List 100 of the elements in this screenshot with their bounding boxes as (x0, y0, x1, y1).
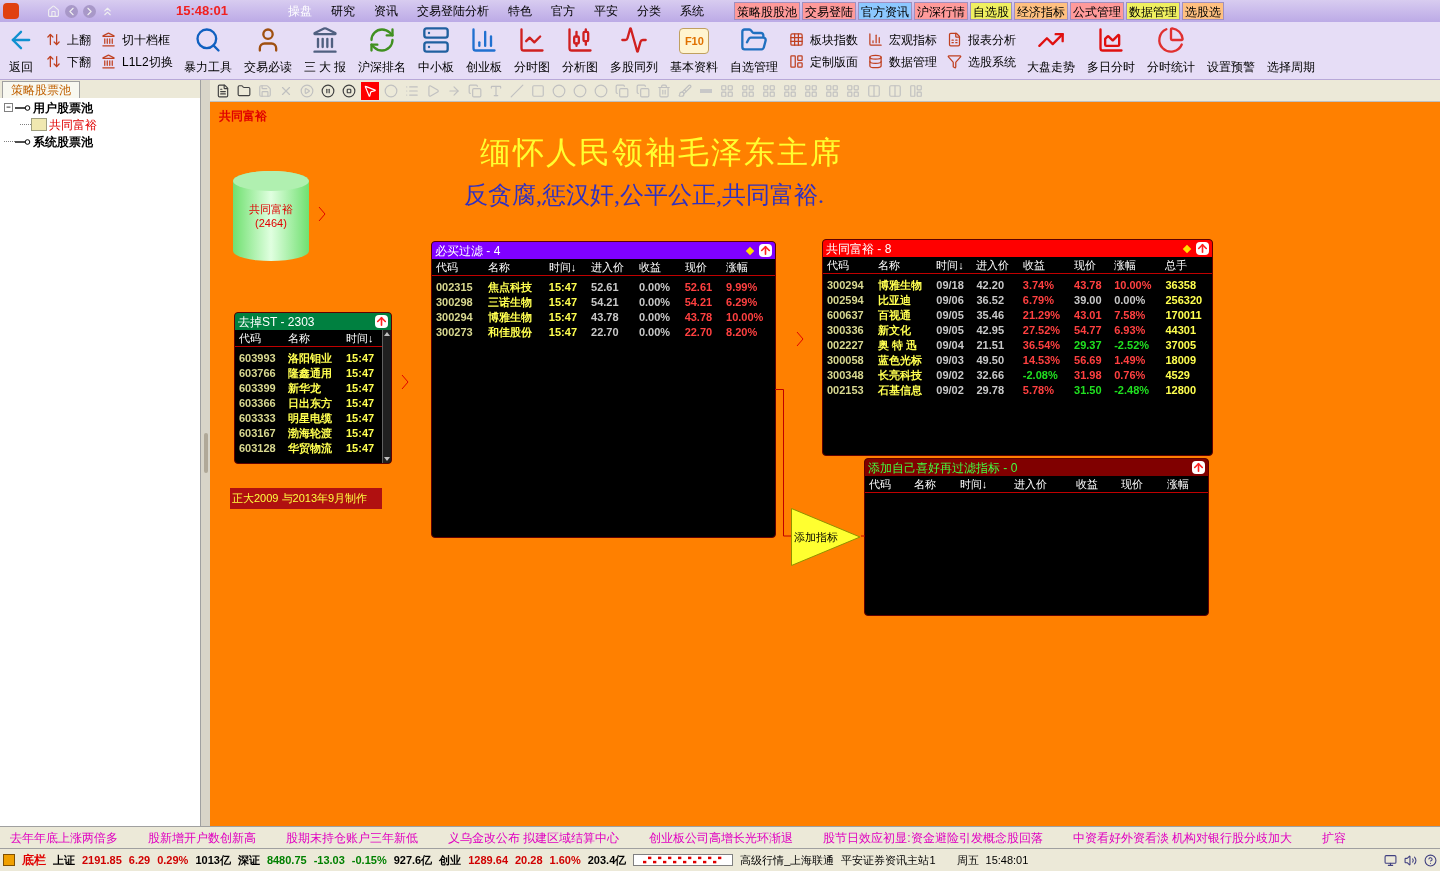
forward-icon[interactable] (83, 4, 96, 18)
help-icon[interactable] (1424, 853, 1437, 867)
sidebar-tab[interactable]: 策略股票池 (2, 81, 80, 98)
column-header[interactable]: 名称 (910, 476, 956, 493)
collapse-icon[interactable] (1192, 461, 1205, 474)
column-header[interactable]: 名称 (484, 259, 545, 276)
monitor-icon[interactable] (1384, 853, 1397, 867)
menu-item[interactable]: 分类 (635, 2, 664, 20)
collapse-icon[interactable] (375, 315, 388, 328)
quick-tab[interactable]: 数据管理 (1126, 2, 1181, 20)
toolbar-button[interactable]: 返回 (4, 22, 38, 79)
column-header[interactable]: 代码 (823, 257, 874, 274)
column-header[interactable]: 进入价 (972, 257, 1019, 274)
tree-item[interactable]: 系统股票池 (33, 132, 93, 151)
toolbar-button[interactable]: 切十档框 (101, 30, 173, 49)
quick-tab[interactable]: 选股选 (1182, 2, 1225, 20)
column-header[interactable]: 现价 (680, 259, 723, 276)
toolbar-button[interactable]: 中小板 (415, 22, 458, 79)
quick-tab[interactable]: 经济指标 (1014, 2, 1069, 20)
toolbar-button[interactable]: 宏观指标 (868, 30, 938, 49)
news-ticker-item[interactable]: 中资看好外资看淡 机构对银行股分歧加大 (1072, 828, 1293, 847)
menu-item[interactable]: 官方 (549, 2, 578, 20)
toolbar-button[interactable]: 上翻 (46, 30, 91, 49)
toolbar-button[interactable]: 选股系统 (947, 52, 1017, 71)
back-icon[interactable] (65, 4, 78, 18)
toolbar-button[interactable]: 报表分析 (947, 30, 1017, 49)
toolbar-button[interactable]: 创业板 (463, 22, 506, 79)
column-header[interactable]: 涨幅 (1110, 257, 1162, 274)
menu-item[interactable]: 系统 (678, 2, 707, 20)
quick-tab[interactable]: 自选股 (970, 2, 1013, 20)
quick-tab[interactable]: 策略股股池 (734, 2, 801, 20)
copy-icon (468, 83, 482, 98)
column-header[interactable]: 收益 (634, 259, 681, 276)
tree-item[interactable]: 共同富裕 (49, 115, 97, 134)
news-ticker-item[interactable]: 去年年底上涨两倍多 (10, 828, 118, 847)
quick-tab[interactable]: 交易登陆 (802, 2, 857, 20)
column-header[interactable]: 代码 (432, 259, 485, 276)
table-cell-text: 和佳股份 (487, 324, 534, 340)
column-header[interactable]: 代码 (235, 330, 285, 347)
column-header[interactable]: 进入价 (587, 259, 635, 276)
connector-line (861, 535, 865, 537)
toolbar-button[interactable]: F10 基本资料 (667, 22, 722, 79)
toolbar-button[interactable]: 设置预警 (1204, 22, 1259, 79)
toolbar-button[interactable]: 交易必读 (240, 22, 295, 79)
column-header[interactable]: 现价 (1070, 257, 1111, 274)
menu-item[interactable]: 资讯 (372, 2, 401, 20)
stock-pool-node[interactable]: 共同富裕 (2464) (233, 171, 309, 261)
column-header[interactable]: 现价 (1117, 476, 1163, 493)
tool-button[interactable] (361, 81, 379, 100)
toolbar-button[interactable]: 板块指数 (789, 30, 859, 49)
table-cell-text: 15:47 (345, 440, 376, 456)
toolbar-button[interactable]: 多股同列 (607, 22, 662, 79)
toolbar-button[interactable]: 定制版面 (789, 52, 859, 71)
toolbar-button[interactable]: 分时图 (511, 22, 554, 79)
column-header[interactable]: 收益 (1071, 476, 1118, 493)
column-header[interactable]: 进入价 (1009, 476, 1072, 493)
toolbar-button[interactable]: 分析图 (559, 22, 602, 79)
speaker-icon[interactable] (1404, 853, 1417, 867)
menu-item[interactable]: 交易登陆分析 (415, 2, 492, 20)
column-header[interactable]: 时间↓ (932, 257, 973, 274)
column-header[interactable]: 时间↓ (342, 330, 382, 347)
toolbar-button[interactable]: 自选管理 (727, 22, 782, 79)
column-header[interactable]: 总手 (1161, 257, 1212, 274)
quick-tab[interactable]: 公式管理 (1070, 2, 1125, 20)
column-header[interactable]: 涨幅 (722, 259, 775, 276)
toolbar-button[interactable]: 暴力工具 (180, 22, 235, 79)
column-header[interactable]: 时间↓ (544, 259, 588, 276)
news-ticker-item[interactable]: 创业板公司高增长光环渐退 (649, 828, 794, 847)
column-header[interactable]: 名称 (284, 330, 342, 347)
column-header[interactable]: 收益 (1018, 257, 1071, 274)
collapse-icon[interactable] (1196, 242, 1209, 255)
news-ticker-item[interactable]: 股新增开户数创新高 (148, 828, 256, 847)
column-header[interactable]: 时间↓ (955, 476, 1010, 493)
quick-tab[interactable]: 官方资讯 (858, 2, 913, 20)
menu-item[interactable]: 特色 (506, 2, 535, 20)
tree-item[interactable]: 用户股票池 (33, 98, 93, 117)
home-icon[interactable] (47, 4, 60, 18)
news-ticker-item[interactable]: 股期末持仓账户三年新低 (286, 828, 418, 847)
collapse-icon[interactable] (759, 244, 772, 257)
column-header[interactable]: 名称 (873, 257, 933, 274)
toolbar-button[interactable]: 大盘走势 (1024, 22, 1079, 79)
toolbar-button[interactable]: 三 大 报 (300, 22, 350, 79)
quick-tab[interactable]: 沪深行情 (914, 2, 969, 20)
toolbar-button[interactable]: 分时统计 (1144, 22, 1199, 79)
news-ticker-item[interactable]: 股节日效应初显:资金避险引发概念股回落 (823, 828, 1043, 847)
column-header[interactable]: 涨幅 (1162, 476, 1208, 493)
add-indicator-node[interactable]: 添加指标 (791, 508, 861, 566)
news-ticker-item[interactable]: 义乌金改公布 拟建区域结算中心 (448, 828, 620, 847)
toolbar-button[interactable]: L1L2切换 (101, 52, 173, 71)
menu-item[interactable]: 平安 (592, 2, 621, 20)
expander-icon[interactable] (4, 103, 13, 112)
menu-item[interactable]: 研究 (329, 2, 358, 20)
column-header[interactable]: 代码 (865, 476, 911, 493)
scrollbar[interactable] (382, 330, 391, 463)
toolbar-button[interactable]: 下翻 (46, 52, 91, 71)
toolbar-button[interactable]: 多日分时 (1084, 22, 1139, 79)
news-ticker-item[interactable]: 扩容 (1322, 828, 1347, 847)
toolbar-button[interactable]: 选择周期 (1264, 22, 1319, 79)
toolbar-button[interactable]: 沪深排名 (355, 22, 410, 79)
toolbar-button[interactable]: 数据管理 (868, 52, 938, 71)
